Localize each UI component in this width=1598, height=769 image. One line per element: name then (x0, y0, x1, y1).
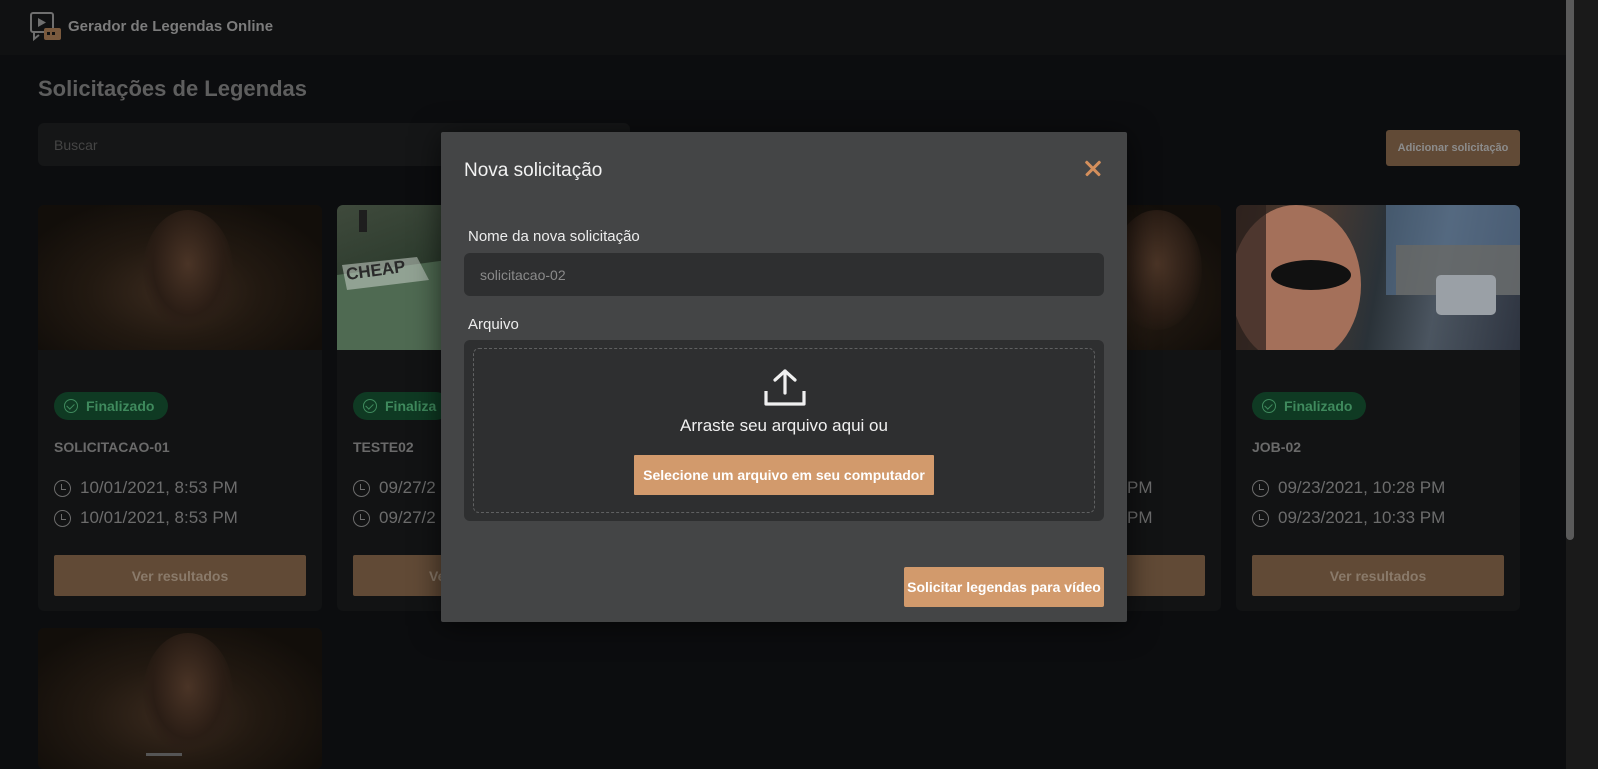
clock-history-icon (353, 509, 370, 527)
subtitle-logo-icon (30, 12, 61, 42)
request-name-label: Nome da nova solicitação (468, 228, 640, 245)
check-circle-icon (1262, 399, 1276, 413)
status-badge: Finalizado (54, 392, 169, 420)
select-file-button[interactable]: Selecione um arquivo em seu computador (634, 455, 934, 495)
app-title: Gerador de Legendas Online (68, 18, 274, 35)
request-name-input[interactable] (464, 253, 1104, 296)
created-date: PM (1127, 478, 1153, 498)
clock-icon (54, 479, 71, 497)
check-circle-icon (64, 399, 78, 413)
file-label: Arquivo (468, 316, 519, 333)
file-dropzone[interactable]: Arraste seu arquivo aqui ou Selecione um… (464, 340, 1104, 521)
upload-icon (764, 369, 806, 406)
clock-history-icon (1252, 509, 1269, 527)
view-results-button[interactable]: Ver resultados (54, 555, 306, 596)
status-badge: Finalizado (1252, 392, 1367, 420)
finished-date: 09/27/2 (353, 508, 436, 528)
request-name: JOB-02 (1252, 439, 1302, 455)
request-card: Finalizado SOLICITACAO-01 10/01/2021, 8:… (38, 205, 322, 611)
created-date: 10/01/2021, 8:53 PM (54, 478, 238, 498)
video-thumbnail (38, 205, 322, 350)
status-label: Finalizado (1284, 398, 1353, 414)
request-card (38, 628, 322, 769)
modal-title: Nova solicitação (464, 160, 603, 181)
close-icon[interactable] (1081, 156, 1105, 180)
clock-icon (1252, 479, 1269, 497)
vertical-scrollbar-thumb[interactable] (1566, 0, 1574, 540)
finished-date-text: 09/27/2 (379, 508, 436, 527)
horizontal-scrollbar-thumb[interactable] (146, 753, 182, 756)
check-circle-icon (363, 399, 377, 413)
add-request-button[interactable]: Adicionar solicitação (1386, 130, 1520, 166)
created-date: 09/23/2021, 10:28 PM (1252, 478, 1445, 498)
request-name: TESTE02 (353, 439, 414, 455)
status-label: Finaliza (385, 398, 437, 414)
clock-icon (353, 479, 370, 497)
created-date-text: 09/23/2021, 10:28 PM (1278, 478, 1446, 497)
drop-text: Arraste seu arquivo aqui ou (680, 416, 888, 435)
finished-date-text: 10/01/2021, 8:53 PM (80, 508, 238, 527)
request-name: SOLICITACAO-01 (54, 439, 170, 455)
finished-date-text: 09/23/2021, 10:33 PM (1278, 508, 1446, 527)
street-scene-graphic (1236, 205, 1520, 350)
video-thumbnail (38, 628, 322, 769)
status-label: Finalizado (86, 398, 155, 414)
page-title: Solicitações de Legendas (38, 76, 307, 101)
finished-date: PM (1127, 508, 1153, 528)
view-results-button[interactable]: Ver resultados (1252, 555, 1504, 596)
created-date: 09/27/2 (353, 478, 436, 498)
new-request-modal: Nova solicitação Nome da nova solicitaçã… (441, 132, 1127, 622)
request-card: Finalizado JOB-02 09/23/2021, 10:28 PM 0… (1236, 205, 1520, 611)
finished-date: 09/23/2021, 10:33 PM (1252, 508, 1445, 528)
finished-date: 10/01/2021, 8:53 PM (54, 508, 238, 528)
created-date-text: 09/27/2 (379, 478, 436, 497)
app-header: Gerador de Legendas Online (0, 0, 1598, 55)
created-date-text: 10/01/2021, 8:53 PM (80, 478, 238, 497)
finished-date-text: PM (1127, 508, 1153, 527)
video-thumbnail (1236, 205, 1520, 350)
clock-history-icon (54, 509, 71, 527)
dropzone-border: Arraste seu arquivo aqui ou Selecione um… (473, 348, 1095, 513)
request-subtitles-button[interactable]: Solicitar legendas para vídeo (904, 567, 1104, 607)
status-badge: Finaliza (353, 392, 451, 420)
created-date-text: PM (1127, 478, 1153, 497)
